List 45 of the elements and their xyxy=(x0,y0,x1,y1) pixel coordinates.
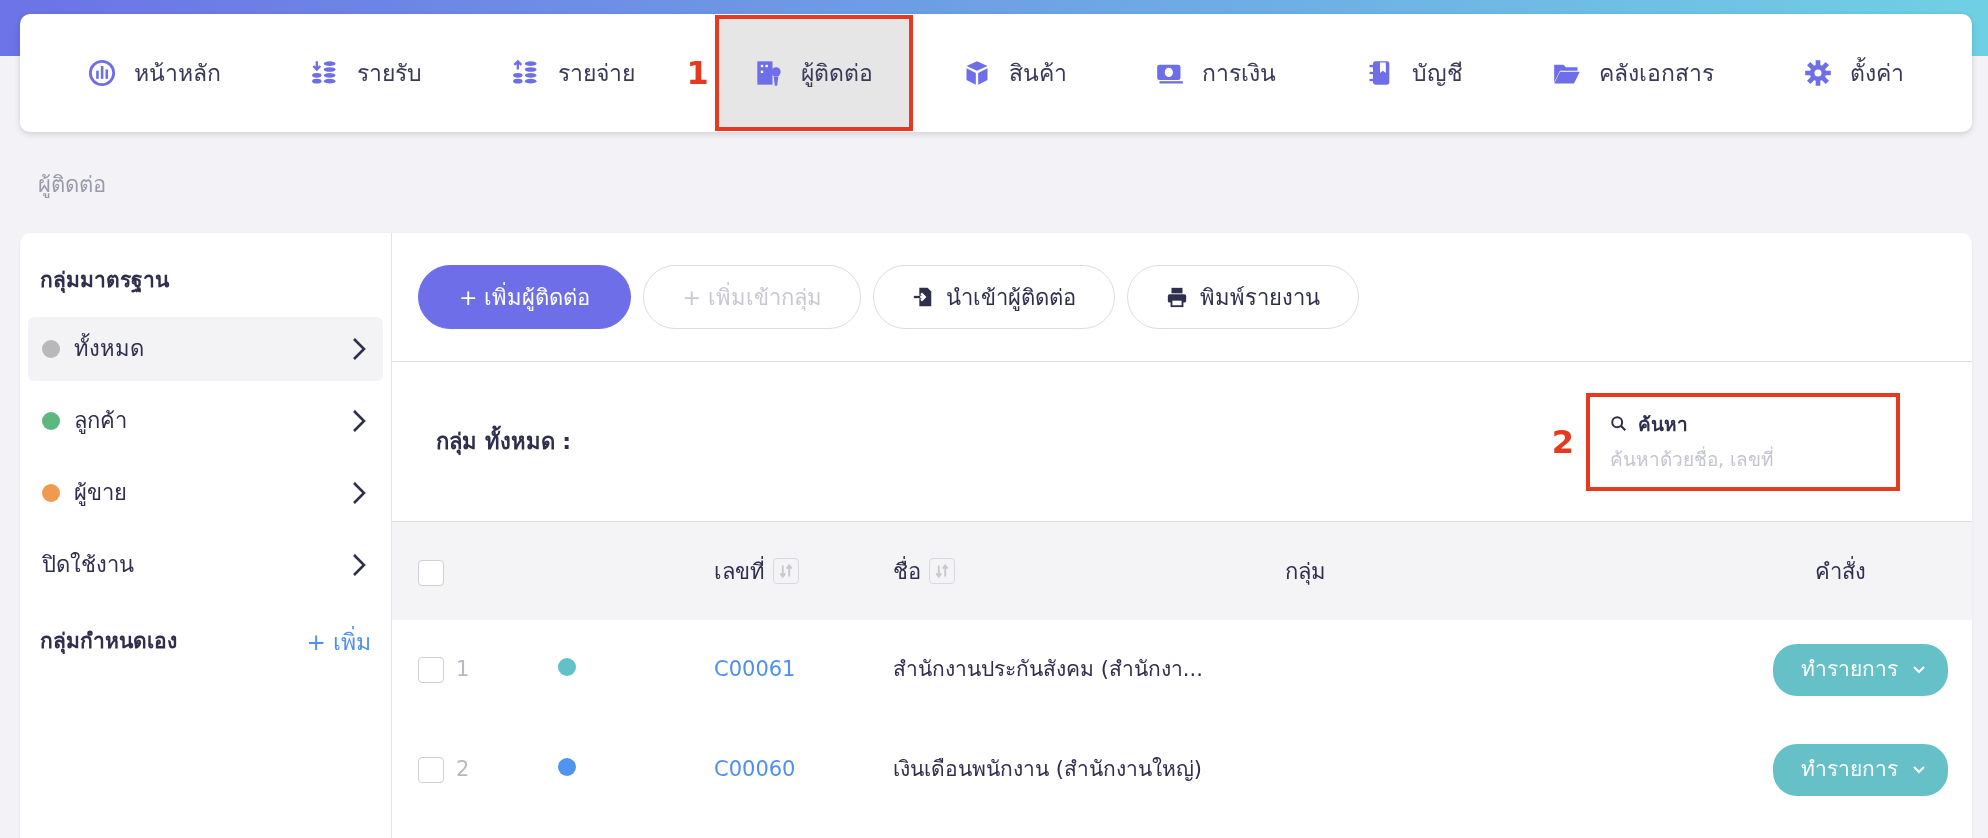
callout-number: 1 xyxy=(686,53,709,94)
nav-tab[interactable]: ผู้ติดต่อ xyxy=(716,17,911,129)
callout-number: 2 xyxy=(1551,421,1574,463)
gear-icon xyxy=(1803,59,1832,87)
nav-tab[interactable]: รายจ่าย xyxy=(473,17,673,129)
checkbox[interactable] xyxy=(418,657,444,684)
add-button[interactable]: + เพิ่มผู้ติดต่อ xyxy=(418,265,632,329)
section-title: กลุ่มมาตรฐาน xyxy=(39,267,171,295)
section-title: กลุ่มกำหนดเอง xyxy=(40,628,177,656)
field-label: ค้นหา xyxy=(1638,412,1688,437)
row-number: 1 xyxy=(456,657,470,682)
sidebar-item[interactable]: ปิดใช้งาน xyxy=(28,532,383,597)
nav-tab[interactable]: ตั้งค่า xyxy=(1765,17,1942,129)
breadcrumb: ผู้ติดต่อ xyxy=(37,171,107,200)
nav-tab[interactable]: สินค้า xyxy=(924,17,1105,129)
nav-tab[interactable]: คลังเอกสาร xyxy=(1515,17,1753,129)
caret-icon xyxy=(1912,665,1926,675)
nav-tab[interactable]: การเงิน xyxy=(1118,17,1315,129)
checkbox[interactable] xyxy=(418,757,444,784)
contact-name: สำนักงานประกันสังคม (สำนักงา... xyxy=(893,657,1203,682)
sort-icon[interactable] xyxy=(929,558,955,584)
printer-icon xyxy=(1165,286,1188,308)
file-import-icon xyxy=(911,286,934,308)
import-button[interactable]: นำเข้าผู้ติดต่อ xyxy=(872,265,1115,329)
dashboard-icon xyxy=(88,59,116,87)
building-person-icon xyxy=(754,59,783,87)
sidebar-item[interactable]: ทั้งหมด xyxy=(28,316,383,381)
column-header: เลขที่ xyxy=(714,555,765,586)
print-button[interactable]: พิมพ์รายงาน xyxy=(1126,265,1359,329)
search-icon xyxy=(1610,415,1628,434)
row-number: 2 xyxy=(456,757,470,782)
sidebar-item[interactable]: ผู้ขาย xyxy=(28,460,383,525)
nav-tab[interactable]: หน้าหลัก xyxy=(50,17,259,129)
column-header: คำสั่ง xyxy=(1814,555,1866,586)
group-heading: กลุ่ม ทั้งหมด : xyxy=(436,425,572,458)
sort-icon[interactable] xyxy=(773,558,799,584)
column-header: กลุ่ม xyxy=(1284,558,1326,584)
checkbox[interactable] xyxy=(418,559,444,586)
sidebar-item[interactable]: ลูกค้า xyxy=(28,388,383,453)
contact-name: เงินเดือนพนักงาน (สำนักงานใหญ่) xyxy=(893,757,1203,782)
nav-tab[interactable]: รายรับ xyxy=(272,17,460,129)
search-field[interactable]: ค้นหาด้วยชื่อ, เลขที่ xyxy=(1610,438,1876,473)
column-header: ชื่อ xyxy=(893,555,921,586)
nav-tab[interactable]: บัญชี xyxy=(1328,17,1502,129)
caret-icon xyxy=(1912,765,1926,775)
